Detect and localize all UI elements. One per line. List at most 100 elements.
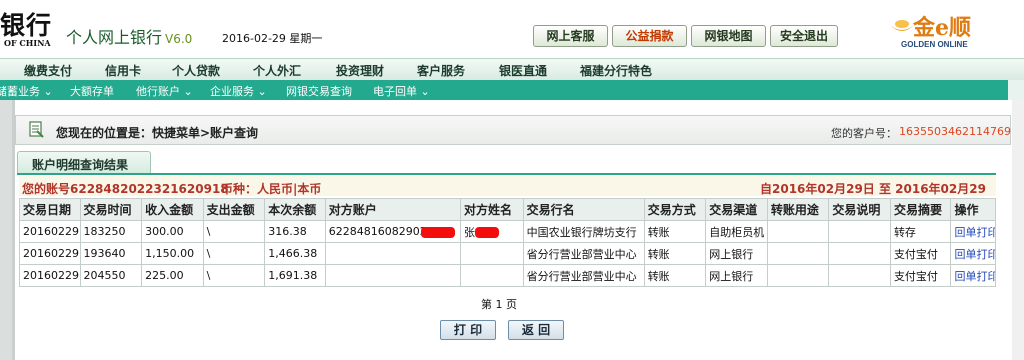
online-service-button[interactable]: 网上客服 xyxy=(533,25,608,47)
cell-summary: 支付宝付 xyxy=(889,242,952,265)
page-indicator: 第 1 页 xyxy=(481,298,517,311)
charity-donation-button[interactable]: 公益捐款 xyxy=(612,25,687,47)
left-gutter xyxy=(0,100,12,360)
currency-label: 币种：人民币|本币 xyxy=(221,182,322,196)
col-counter-account: 对方账户 xyxy=(324,198,462,221)
cell-expense: \ xyxy=(202,264,266,287)
location-bar: 您现在的位置是：快捷菜单>账户查询 您的客户号： 163550346211476… xyxy=(15,115,1011,145)
cell-time: 183250 xyxy=(79,220,143,243)
cell-description xyxy=(828,220,891,243)
print-receipt-link[interactable]: 回单打印 xyxy=(950,242,996,265)
nav-end-cap xyxy=(1008,80,1024,100)
cell-income: 225.00 xyxy=(141,264,204,287)
subnav-other-bank-account[interactable]: 他行账户 ⌄ xyxy=(136,83,193,99)
cell-date: 20160229 xyxy=(19,264,81,287)
secure-logout-button[interactable]: 安全退出 xyxy=(770,25,838,47)
cell-bank-name: 中国农业银行牌坊支行 xyxy=(522,220,645,243)
cell-purpose xyxy=(766,264,830,287)
bank-logo: 银行 xyxy=(0,11,53,40)
cell-purpose xyxy=(766,242,830,265)
cell-channel: 自助柜员机 xyxy=(705,220,768,243)
nav-payment[interactable]: 缴费支付 xyxy=(24,62,72,79)
col-trade-method: 交易方式 xyxy=(643,198,707,221)
golden-online-logo: 金e顺 GOLDEN ONLINE xyxy=(887,10,1007,54)
col-expense: 支出金额 xyxy=(202,198,266,221)
cell-date: 20160229 xyxy=(19,220,81,243)
back-button[interactable]: 返 回 xyxy=(508,320,564,340)
subnav-transaction-query[interactable]: 网银交易查询 xyxy=(286,83,352,99)
col-balance: 本次余额 xyxy=(264,198,326,221)
bank-map-button[interactable]: 网银地图 xyxy=(691,25,766,47)
nav-personal-loan[interactable]: 个人贷款 xyxy=(172,62,220,79)
current-date: 2016-02-29 星期一 xyxy=(222,32,323,45)
cell-counter-account: 62284816082902 xyxy=(324,220,462,243)
nav-investment[interactable]: 投资理财 xyxy=(336,62,384,79)
print-button[interactable]: 打 印 xyxy=(440,320,496,340)
cell-date: 20160229 xyxy=(19,242,81,265)
col-channel: 交易渠道 xyxy=(705,198,768,221)
cell-counter-account xyxy=(324,242,462,265)
system-title: 个人网上银行 V6.0 xyxy=(66,24,192,48)
subnav-savings[interactable]: 储蓄业务 ⌄ xyxy=(0,83,53,99)
primary-nav: 缴费支付 信用卡 个人贷款 个人外汇 投资理财 客户服务 银医直通 福建分行特色 xyxy=(0,58,1024,80)
nav-foreign-exchange[interactable]: 个人外汇 xyxy=(253,62,301,79)
tab-account-details[interactable]: 账户明细查询结果 xyxy=(17,151,151,173)
cell-counter-name xyxy=(460,264,524,287)
nav-customer-service[interactable]: 客户服务 xyxy=(417,62,465,79)
cell-balance: 1,466.38 xyxy=(264,242,326,265)
cell-balance: 316.38 xyxy=(264,220,326,243)
col-trade-date: 交易日期 xyxy=(19,198,81,221)
col-trade-time: 交易时间 xyxy=(79,198,143,221)
print-receipt-link[interactable]: 回单打印 xyxy=(950,264,996,287)
cell-summary: 支付宝付 xyxy=(889,264,952,287)
cell-method: 转账 xyxy=(643,264,707,287)
subnav-enterprise-service[interactable]: 企业服务 ⌄ xyxy=(210,83,267,99)
customer-number-label: 您的客户号： xyxy=(831,127,897,140)
nav-hospital-direct[interactable]: 银医直通 xyxy=(499,62,547,79)
col-purpose: 转账用途 xyxy=(766,198,830,221)
tab-underline xyxy=(17,173,996,175)
cell-method: 转账 xyxy=(643,242,707,265)
cell-channel: 网上银行 xyxy=(705,242,768,265)
customer-number: 1635503462114769 xyxy=(899,125,1011,138)
cell-purpose xyxy=(766,220,830,243)
subnav-e-receipt[interactable]: 电子回单 ⌄ xyxy=(373,83,430,99)
cell-income: 1,150.00 xyxy=(141,242,204,265)
system-title-text: 个人网上银行 xyxy=(66,28,163,47)
tab-label: 账户明细查询结果 xyxy=(32,158,129,172)
col-bank-name: 交易行名 xyxy=(522,198,645,221)
transaction-table: 交易日期 交易时间 收入金额 支出金额 本次余额 对方账户 对方姓名 交易行名 … xyxy=(19,198,996,287)
cell-counter-name: 张 xyxy=(460,220,524,243)
cell-expense: \ xyxy=(202,242,266,265)
col-operation: 操作 xyxy=(950,198,996,221)
bank-logo-subtitle: OF CHINA xyxy=(4,38,51,48)
col-income: 收入金额 xyxy=(141,198,204,221)
cell-bank-name: 省分行营业部营业中心 xyxy=(522,242,645,265)
cell-counter-name xyxy=(460,242,524,265)
table-row: 20160229 193640 1,150.00 \ 1,466.38 省分行营… xyxy=(19,242,996,265)
print-receipt-link[interactable]: 回单打印 xyxy=(950,220,996,243)
header: 银行 OF CHINA 个人网上银行 V6.0 2016-02-29 星期一 网上… xyxy=(0,0,1024,58)
subnav-large-deposit[interactable]: 大额存单 xyxy=(70,83,114,99)
account-number: 您的账号6228482022321620918 xyxy=(22,182,229,196)
cell-counter-account xyxy=(324,264,462,287)
redaction-mark xyxy=(475,227,500,238)
nav-fujian-branch[interactable]: 福建分行特色 xyxy=(580,62,652,79)
cell-time: 204550 xyxy=(79,264,143,287)
document-icon xyxy=(29,121,44,138)
golden-logo-text: 金e顺 xyxy=(913,15,971,41)
col-description: 交易说明 xyxy=(828,198,891,221)
version-label: V6.0 xyxy=(165,32,193,46)
col-summary: 交易摘要 xyxy=(889,198,952,221)
table-row: 20160229 183250 300.00 \ 316.38 62284816… xyxy=(19,220,996,243)
breadcrumb: 您现在的位置是：快捷菜单>账户查询 xyxy=(56,126,259,140)
nav-credit-card[interactable]: 信用卡 xyxy=(105,62,141,79)
cell-expense: \ xyxy=(202,220,266,243)
cell-summary: 转存 xyxy=(889,220,952,243)
cell-description xyxy=(828,264,891,287)
golden-logo-subtitle: GOLDEN ONLINE xyxy=(901,40,968,49)
cell-bank-name: 省分行营业部营业中心 xyxy=(522,264,645,287)
account-info-bar: 您的账号6228482022321620918 币种：人民币|本币 自2016年… xyxy=(19,176,996,213)
cell-description xyxy=(828,242,891,265)
cell-time: 193640 xyxy=(79,242,143,265)
